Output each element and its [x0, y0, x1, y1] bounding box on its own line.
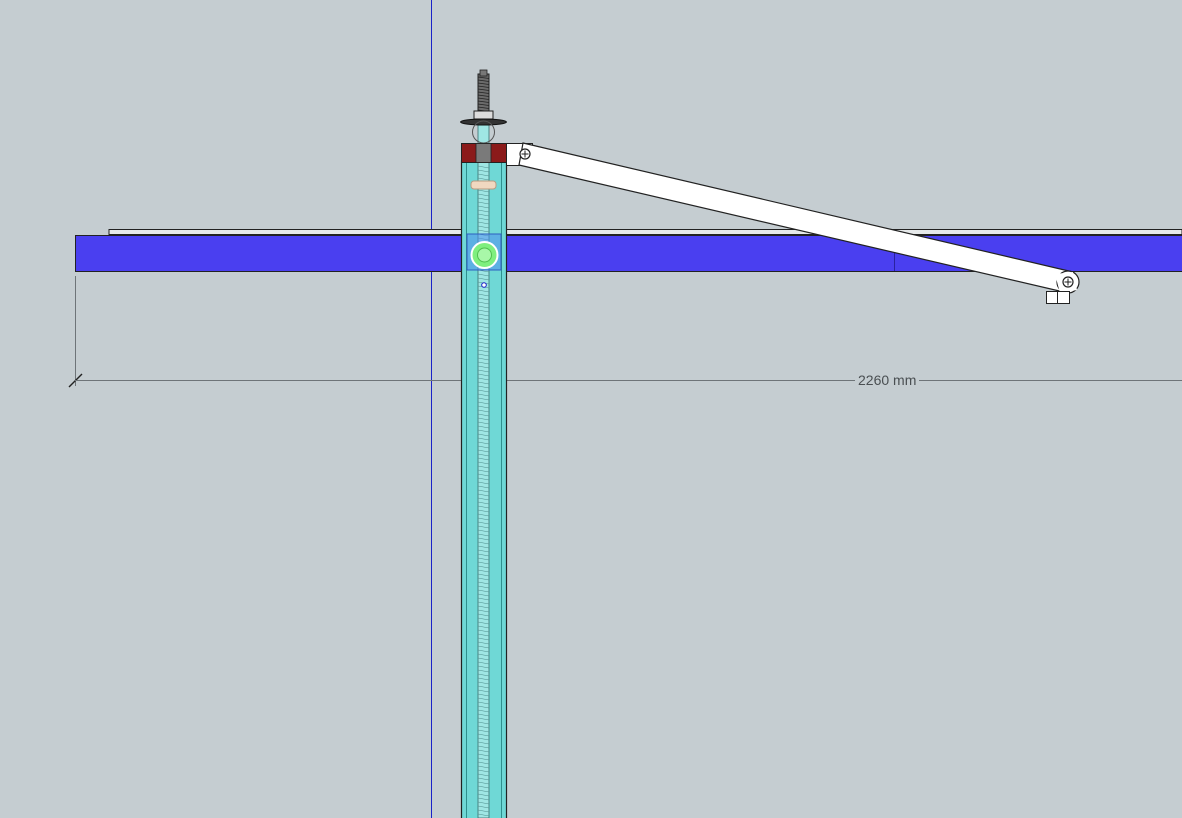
bracket-slot	[475, 143, 492, 163]
plus-bolt-icon	[519, 148, 531, 160]
nut	[473, 110, 494, 120]
plus-bolt-icon	[1062, 276, 1074, 288]
level-bubble-center	[477, 247, 492, 263]
dimension-label[interactable]: 2260 mm	[855, 371, 920, 389]
model-drawing[interactable]	[0, 0, 1182, 818]
beam-top-rail[interactable]	[108, 229, 1182, 235]
inference-point-icon	[481, 282, 487, 288]
washer	[460, 118, 507, 126]
model-viewport[interactable]: 2260 mm	[0, 0, 1182, 818]
rod-tip	[479, 69, 488, 77]
post-cap	[470, 180, 497, 190]
